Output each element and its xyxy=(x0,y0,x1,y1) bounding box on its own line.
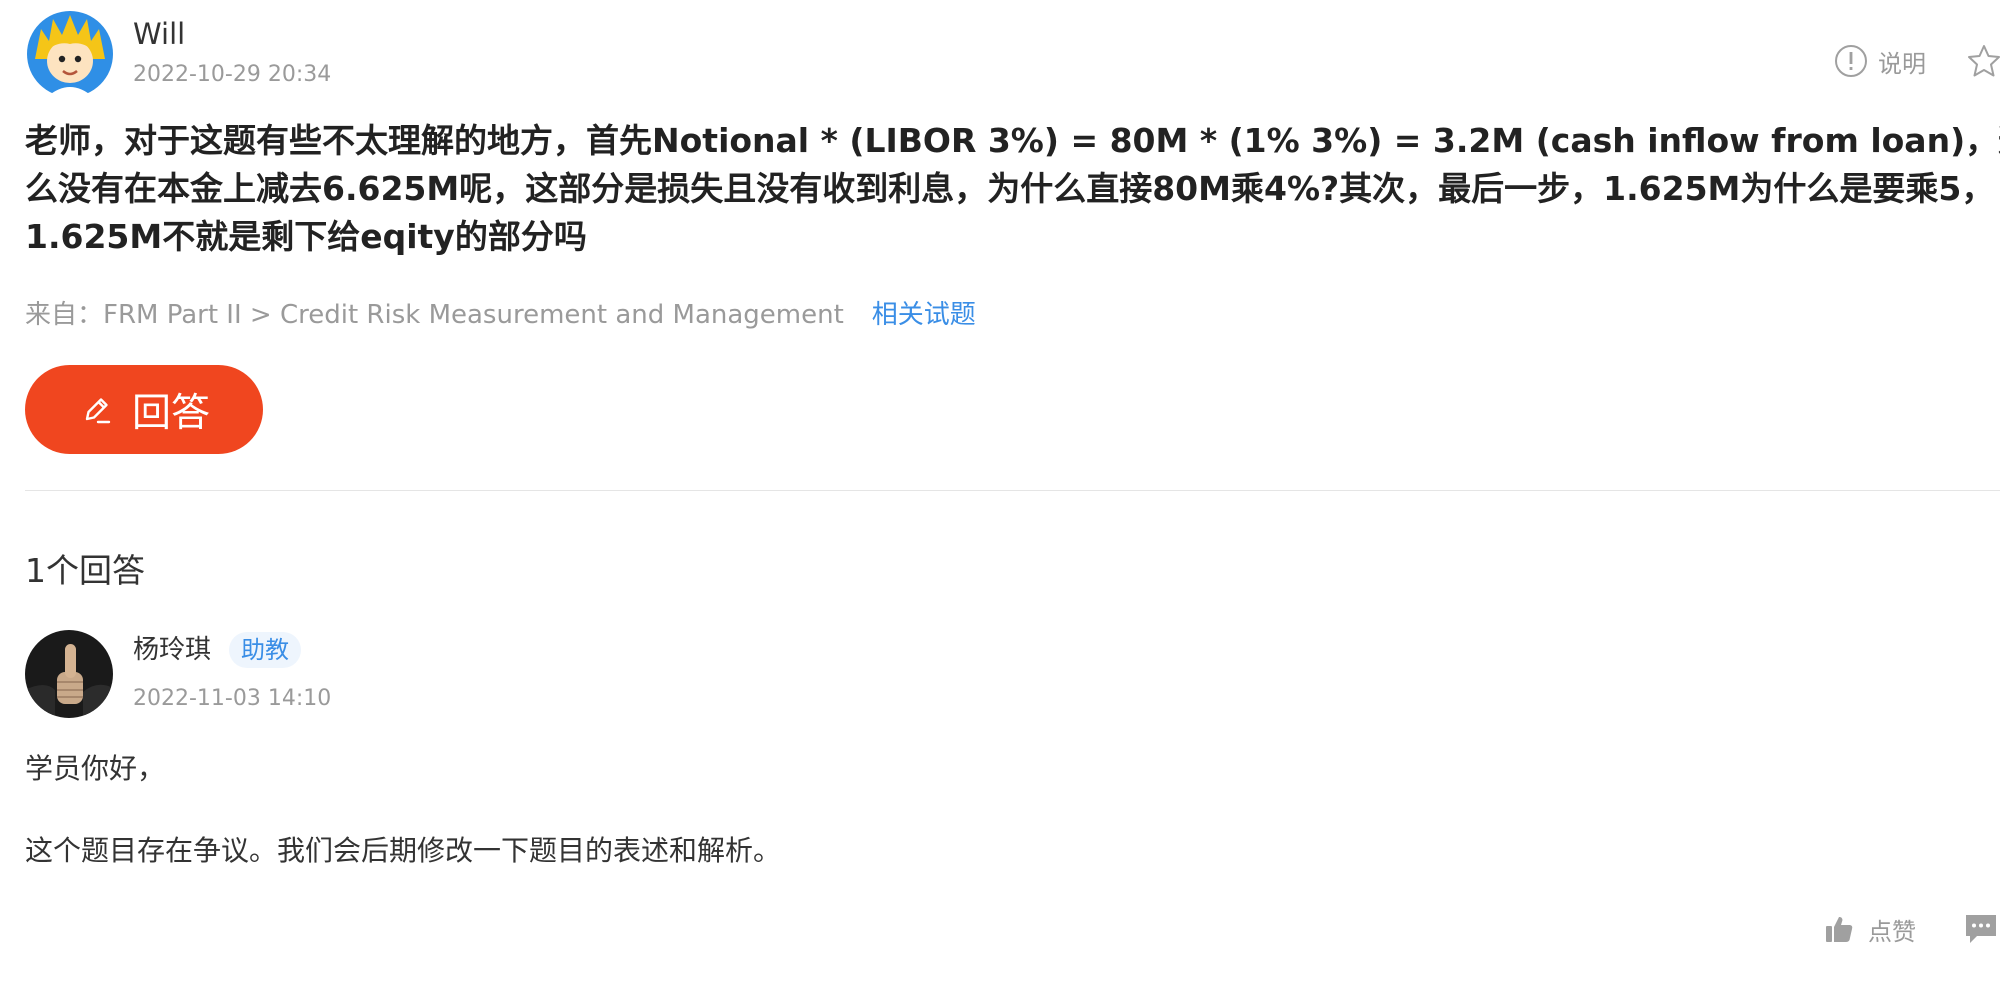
asker-timestamp: 2022-10-29 20:34 xyxy=(133,62,332,87)
answerer-name[interactable]: 杨玲琪 xyxy=(133,632,211,668)
comment-icon xyxy=(1966,915,1996,943)
asker-avatar[interactable] xyxy=(25,11,115,97)
comment-button[interactable] xyxy=(1963,912,1999,946)
question-line: 么没有在本金上减去6.625M呢，这部分是损失且没有收到利息，为什么直接80M乘… xyxy=(25,169,1995,208)
answer-timestamp: 2022-11-03 14:10 xyxy=(133,686,332,711)
answer-count: 1个回答 xyxy=(25,551,145,590)
role-badge: 助教 xyxy=(229,632,301,668)
info-circle-icon xyxy=(1835,45,1867,77)
qa-page: Will 2022-10-29 20:34 说明 老师，对于这题有些不太理解的地… xyxy=(0,0,2000,986)
like-button[interactable]: 点赞 xyxy=(1824,909,1916,949)
related-questions-link[interactable]: 相关试题 xyxy=(872,294,976,331)
thumbs-up-icon xyxy=(1826,916,1853,942)
divider xyxy=(25,490,2000,491)
answer-paragraph: 这个题目存在争议。我们会后期修改一下题目的表述和解析。 xyxy=(25,834,782,867)
asker-name[interactable]: Will xyxy=(133,14,185,54)
answer-button-label: 回答 xyxy=(131,390,210,436)
source-path: 来自：FRM Part II > Credit Risk Measurement… xyxy=(25,299,844,330)
answer-button[interactable]: 回答 xyxy=(25,365,263,454)
question-line: 老师，对于这题有些不太理解的地方，首先Notional * (LIBOR 3%)… xyxy=(25,121,2000,160)
answer-paragraph: 学员你好， xyxy=(25,752,166,785)
answerer-avatar[interactable] xyxy=(25,630,113,718)
pencil-icon xyxy=(85,397,111,423)
star-icon xyxy=(1968,45,2000,77)
like-label: 点赞 xyxy=(1868,917,1916,946)
question-text: 老师，对于这题有些不太理解的地方，首先Notional * (LIBOR 3%)… xyxy=(25,117,2000,261)
favorite-button[interactable] xyxy=(1966,43,2000,79)
explain-button[interactable]: 说明 xyxy=(1834,43,1926,79)
question-line: 1.625M不就是剩下给eqity的部分吗 xyxy=(25,217,587,256)
explain-label: 说明 xyxy=(1878,49,1926,78)
question-source: 来自：FRM Part II > Credit Risk Measurement… xyxy=(25,292,976,332)
